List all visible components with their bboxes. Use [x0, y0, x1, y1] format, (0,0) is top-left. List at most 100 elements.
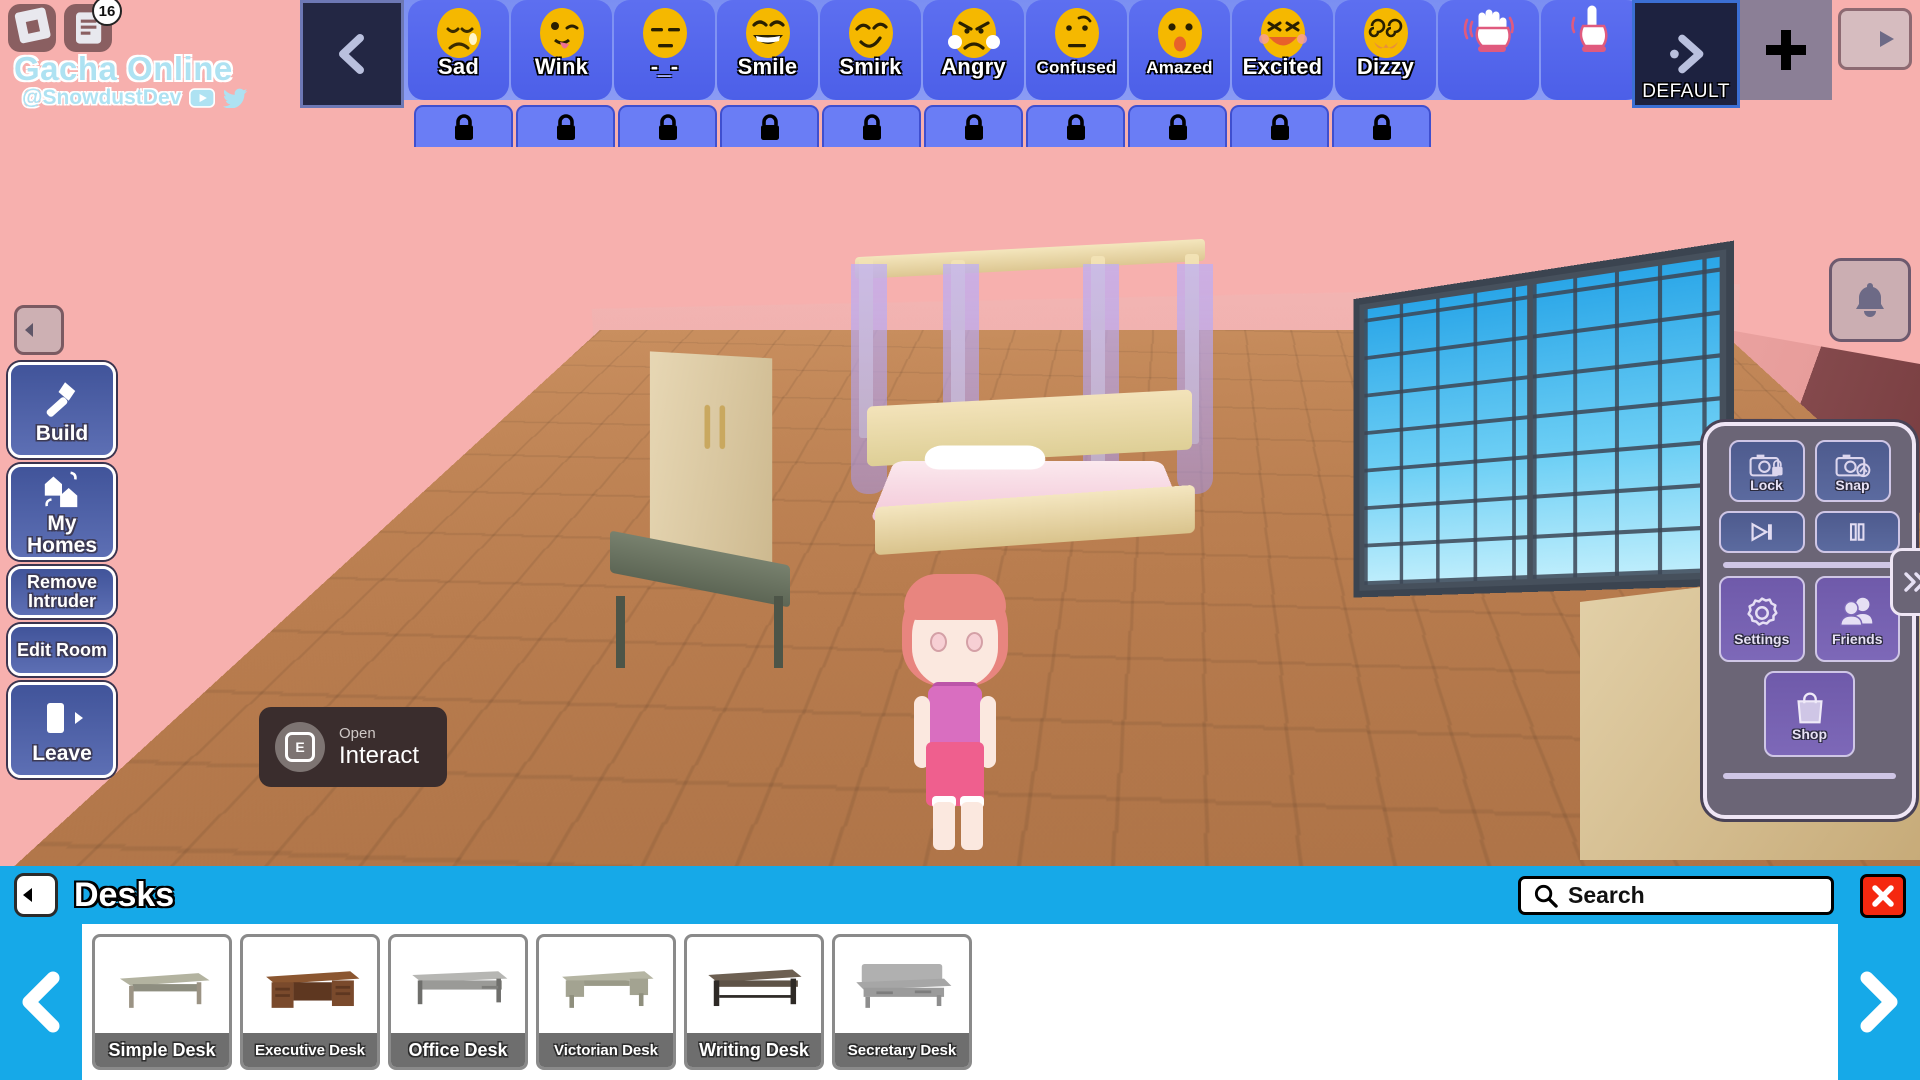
locked-emote-slot[interactable] [1128, 105, 1227, 147]
emote-button-neutral[interactable]: -_- [614, 0, 715, 100]
catalog-item-writing-desk[interactable]: Writing Desk [684, 934, 824, 1070]
lock-icon [964, 114, 983, 140]
camera-snap-icon [1835, 454, 1870, 477]
locked-emote-slot[interactable] [618, 105, 717, 147]
interact-action-top: Open [339, 724, 376, 742]
camera-lock-button[interactable]: Lock [1728, 440, 1805, 502]
emote-button-smirk[interactable]: Smirk [820, 0, 921, 100]
friends-button[interactable]: Friends [1814, 576, 1900, 662]
chevron-right-icon [1860, 971, 1898, 1033]
sidebar-item-edit-room[interactable]: Edit Room [8, 624, 116, 676]
catalog-item-secretary-desk[interactable]: Secretary Desk [832, 934, 972, 1070]
catalog-item-office-desk[interactable]: Office Desk [388, 934, 528, 1070]
emote-button-wink[interactable]: Wink [511, 0, 612, 100]
catalog-item-victorian-desk[interactable]: Victorian Desk [536, 934, 676, 1070]
locked-emote-slot[interactable] [1026, 105, 1125, 147]
sidebar-item-label: My Homes [26, 511, 98, 557]
catalog-prev-button[interactable] [0, 924, 82, 1080]
item-name: Simple Desk [95, 1033, 229, 1067]
interact-prompt[interactable]: E Open Interact [259, 707, 447, 787]
bed-pillow [922, 445, 1048, 470]
locked-emote-slot[interactable] [1332, 105, 1431, 147]
window-pane [1364, 285, 1528, 586]
locked-emote-slot[interactable] [720, 105, 819, 147]
sidebar-item-my-homes[interactable]: My Homes [8, 464, 116, 560]
catalog-back-button[interactable] [14, 873, 58, 917]
sidebar-back-button[interactable] [14, 305, 64, 355]
emote-button-confused[interactable]: Confused [1026, 0, 1127, 100]
close-icon [1872, 885, 1894, 907]
player-avatar[interactable] [880, 570, 1030, 860]
search-icon [1534, 884, 1558, 908]
simple-desk-icon [119, 973, 210, 1008]
interact-key-ring: E [275, 722, 325, 772]
exit-icon [47, 702, 83, 733]
pause-button[interactable] [1814, 511, 1900, 553]
camera-snap-button[interactable]: Snap [1814, 440, 1891, 502]
avatar-leg [961, 802, 983, 850]
emote-prev-button[interactable] [300, 0, 404, 108]
avatar-leg [933, 802, 955, 850]
emote-label: Smirk [839, 54, 902, 79]
emote-button-angry[interactable]: Angry [923, 0, 1024, 100]
locked-emote-slot[interactable] [822, 105, 921, 147]
catalog-search-field[interactable]: Search [1518, 876, 1834, 915]
settings-button[interactable]: Settings [1719, 576, 1805, 662]
item-thumbnail [835, 937, 969, 1033]
emote-label: Confused [1036, 58, 1117, 77]
writing-desk-icon [708, 969, 802, 1007]
catalog-close-button[interactable] [1860, 874, 1906, 918]
tool-panel-expand-button[interactable] [1890, 548, 1920, 616]
emote-next-button[interactable] [1838, 8, 1912, 70]
gear-icon [1747, 596, 1778, 626]
bench-leg [616, 596, 625, 668]
play-to-end-button[interactable] [1719, 511, 1805, 553]
notification-badge: 16 [92, 0, 122, 26]
emote-default-button[interactable]: DEFAULT [1632, 0, 1740, 108]
add-emote-button[interactable] [1740, 0, 1832, 100]
brand-title: Gacha Online [14, 50, 233, 87]
youtube-icon[interactable] [189, 88, 216, 108]
emote-label: Amazed [1146, 58, 1213, 77]
houses-icon [44, 471, 78, 508]
bell-icon [1856, 283, 1884, 317]
roblox-logo-icon[interactable] [8, 4, 56, 52]
arrow-right-icon [1856, 31, 1894, 47]
brand-handle-row: @SnowdustDev [22, 86, 249, 110]
emote-button-dizzy[interactable]: Dizzy [1335, 0, 1436, 100]
catalog-next-button[interactable] [1838, 924, 1920, 1080]
locked-emote-slot[interactable] [1230, 105, 1329, 147]
emote-button-smile[interactable]: Smile [717, 0, 818, 100]
catalog-item-simple-desk[interactable]: Simple Desk [92, 934, 232, 1070]
interact-key: E [285, 732, 315, 762]
locked-emote-slot[interactable] [924, 105, 1023, 147]
emote-button-wave[interactable] [1438, 0, 1539, 100]
game-screen: 16 Gacha Online @SnowdustDev Sad Wink -_… [0, 0, 1920, 1080]
emote-button-point[interactable] [1541, 0, 1642, 100]
tool-panel-divider [1723, 773, 1896, 779]
chevron-left-icon [22, 971, 60, 1033]
notifications-button[interactable] [1829, 258, 1911, 342]
tool-panel-row: Shop [1719, 671, 1900, 757]
lock-icon [556, 114, 575, 140]
sidebar-item-leave[interactable]: Leave [8, 682, 116, 778]
twitter-icon[interactable] [223, 88, 249, 108]
catalog-title: Desks [74, 875, 175, 914]
notes-icon[interactable]: 16 [64, 0, 122, 52]
sidebar-item-build[interactable]: Build [8, 362, 116, 458]
emote-button-excited[interactable]: Excited [1232, 0, 1333, 100]
arrow-left-icon [25, 323, 51, 337]
emote-button-sad[interactable]: Sad [408, 0, 509, 100]
avatar-bangs [904, 574, 1006, 620]
wave-hand-icon [1463, 9, 1514, 52]
shop-button[interactable]: Shop [1764, 671, 1855, 757]
emote-bar: Sad Wink -_- Smile Smirk Angry Confused … [300, 0, 1830, 100]
item-thumbnail [391, 937, 525, 1033]
sidebar-item-remove-intruder[interactable]: Remove Intruder [8, 566, 116, 618]
catalog-item-executive-desk[interactable]: Executive Desk [240, 934, 380, 1070]
bed-canopy [855, 238, 1205, 280]
double-chevron-right-icon [1904, 572, 1920, 592]
locked-emote-slot[interactable] [516, 105, 615, 147]
locked-emote-slot[interactable] [414, 105, 513, 147]
emote-button-amazed[interactable]: Amazed [1129, 0, 1230, 100]
